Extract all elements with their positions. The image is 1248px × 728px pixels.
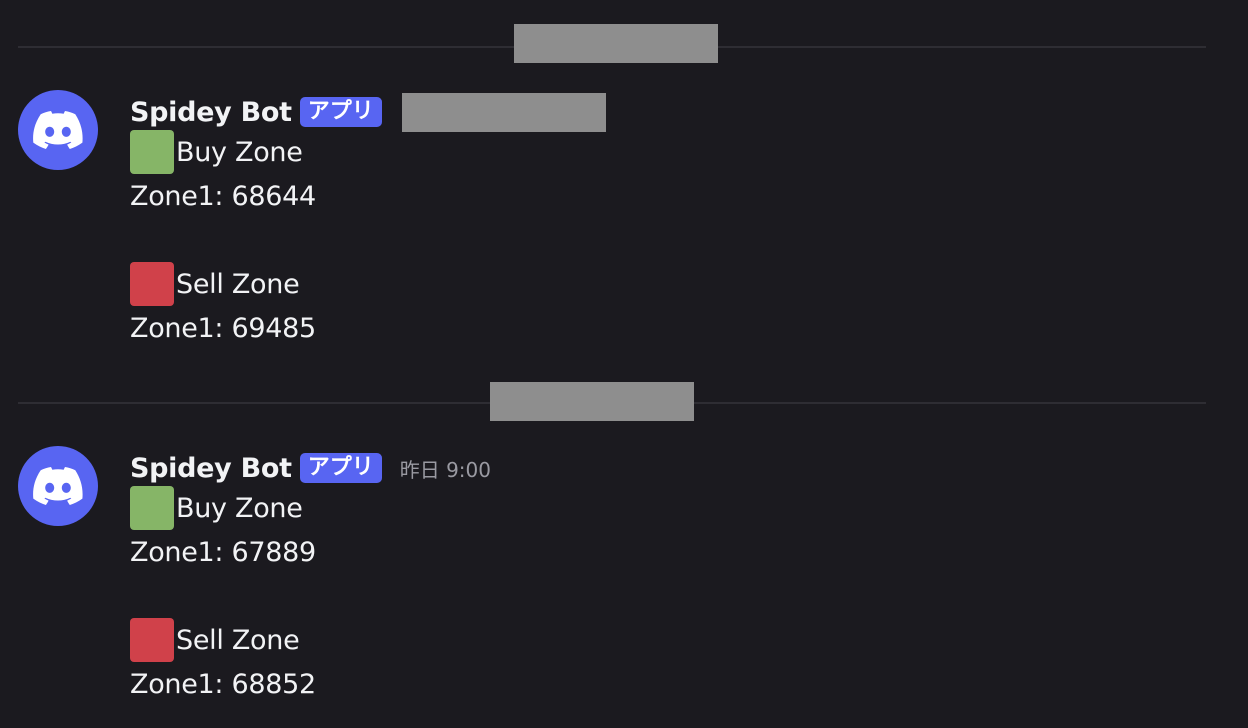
timestamp[interactable]: 昨日 9:00 [400,454,491,483]
buy-zone-value: Zone1: 68644 [130,180,316,212]
sell-zone-heading: Sell Zone [130,262,300,306]
buy-zone-heading: Buy Zone [130,130,303,174]
username[interactable]: Spidey Bot [130,453,292,484]
redacted-date-label [490,382,694,421]
sell-zone-heading: Sell Zone [130,618,300,662]
buy-zone-value: Zone1: 67889 [130,536,316,568]
discord-logo-icon [33,467,83,505]
buy-zone-heading: Buy Zone [130,486,303,530]
avatar[interactable] [18,90,98,170]
sell-zone-value: Zone1: 68852 [130,668,316,700]
username[interactable]: Spidey Bot [130,97,292,128]
redacted-timestamp [401,92,606,132]
green-square-emoji-icon [130,486,174,530]
app-badge: アプリ [299,453,382,483]
avatar[interactable] [18,446,98,526]
discord-logo-icon [33,111,83,149]
sell-zone-value: Zone1: 69485 [130,312,316,344]
redacted-date-label [514,24,718,63]
sell-zone-label: Sell Zone [176,268,300,300]
red-square-emoji-icon [130,262,174,306]
buy-zone-label: Buy Zone [176,136,303,168]
buy-zone-label: Buy Zone [176,492,303,524]
green-square-emoji-icon [130,130,174,174]
app-badge: アプリ [299,97,382,127]
red-square-emoji-icon [130,618,174,662]
message-header: Spidey Bot アプリ 昨日 9:00 [130,448,491,488]
sell-zone-label: Sell Zone [176,624,300,656]
message-header: Spidey Bot アプリ [130,92,606,132]
chat-message-list: Spidey Bot アプリ Buy Zone Zone1: 68644 Sel… [0,0,1248,728]
